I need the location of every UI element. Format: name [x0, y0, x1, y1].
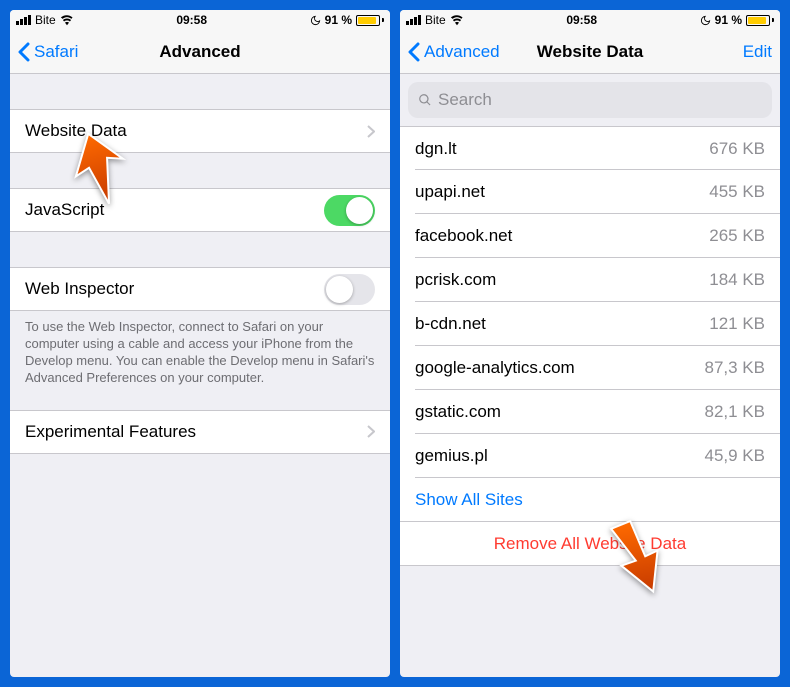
- remove-all-button[interactable]: Remove All Website Data: [400, 522, 780, 566]
- site-size: 184 KB: [709, 270, 765, 290]
- website-data-label: Website Data: [25, 121, 359, 141]
- web-inspector-footer: To use the Web Inspector, connect to Saf…: [10, 311, 390, 395]
- wifi-icon: [450, 13, 464, 27]
- website-data-row[interactable]: Website Data: [10, 109, 390, 153]
- site-domain: b-cdn.net: [415, 314, 709, 334]
- web-inspector-toggle[interactable]: [324, 274, 375, 305]
- battery-percent: 91 %: [325, 13, 352, 27]
- website-data-list: Search dgn.lt676 KBupapi.net455 KBfacebo…: [400, 74, 780, 677]
- web-inspector-label: Web Inspector: [25, 279, 324, 299]
- sites-group: dgn.lt676 KBupapi.net455 KBfacebook.net2…: [400, 126, 780, 522]
- carrier-label: Bite: [425, 13, 446, 27]
- experimental-features-row[interactable]: Experimental Features: [10, 410, 390, 454]
- site-row[interactable]: dgn.lt676 KB: [400, 126, 780, 170]
- back-button[interactable]: Advanced: [408, 42, 500, 62]
- back-label: Safari: [34, 42, 78, 62]
- experimental-label: Experimental Features: [25, 422, 359, 442]
- back-button[interactable]: Safari: [18, 42, 78, 62]
- status-right: 91 %: [310, 13, 384, 27]
- javascript-label: JavaScript: [25, 200, 324, 220]
- status-time: 09:58: [566, 13, 597, 27]
- status-bar: Bite 09:58 91 %: [10, 10, 390, 30]
- site-domain: gemius.pl: [415, 446, 705, 466]
- search-placeholder: Search: [438, 90, 492, 110]
- show-all-label: Show All Sites: [415, 490, 523, 510]
- site-size: 455 KB: [709, 182, 765, 202]
- web-inspector-row: Web Inspector: [10, 267, 390, 311]
- battery-percent: 91 %: [715, 13, 742, 27]
- site-domain: dgn.lt: [415, 139, 709, 159]
- chevron-right-icon: [367, 125, 375, 138]
- phone-right-website-data: Bite 09:58 91 % Advanced Website Data Ed…: [400, 10, 780, 677]
- signal-icon: [406, 15, 421, 25]
- site-domain: gstatic.com: [415, 402, 705, 422]
- site-domain: pcrisk.com: [415, 270, 709, 290]
- site-size: 45,9 KB: [705, 446, 766, 466]
- site-row[interactable]: b-cdn.net121 KB: [400, 302, 780, 346]
- search-input[interactable]: Search: [408, 82, 772, 118]
- status-right: 91 %: [700, 13, 774, 27]
- site-domain: facebook.net: [415, 226, 709, 246]
- chevron-left-icon: [18, 42, 30, 62]
- site-row[interactable]: upapi.net455 KB: [400, 170, 780, 214]
- site-size: 676 KB: [709, 139, 765, 159]
- site-size: 87,3 KB: [705, 358, 766, 378]
- status-left: Bite: [16, 13, 74, 27]
- chevron-right-icon: [367, 425, 375, 438]
- site-size: 82,1 KB: [705, 402, 766, 422]
- chevron-left-icon: [408, 42, 420, 62]
- site-row[interactable]: gemius.pl45,9 KB: [400, 434, 780, 478]
- wifi-icon: [60, 13, 74, 27]
- javascript-row: JavaScript: [10, 188, 390, 232]
- status-left: Bite: [406, 13, 464, 27]
- show-all-sites-button[interactable]: Show All Sites: [400, 478, 780, 522]
- phone-left-advanced: Bite 09:58 91 % Safari Advanced Webs: [10, 10, 390, 677]
- site-domain: google-analytics.com: [415, 358, 705, 378]
- site-row[interactable]: facebook.net265 KB: [400, 214, 780, 258]
- back-label: Advanced: [424, 42, 500, 62]
- search-icon: [418, 93, 432, 107]
- carrier-label: Bite: [35, 13, 56, 27]
- nav-bar: Advanced Website Data Edit: [400, 30, 780, 74]
- site-domain: upapi.net: [415, 182, 709, 202]
- javascript-toggle[interactable]: [324, 195, 375, 226]
- site-row[interactable]: pcrisk.com184 KB: [400, 258, 780, 302]
- remove-all-label: Remove All Website Data: [415, 534, 765, 554]
- signal-icon: [16, 15, 31, 25]
- site-size: 265 KB: [709, 226, 765, 246]
- do-not-disturb-icon: [310, 15, 321, 26]
- status-bar: Bite 09:58 91 %: [400, 10, 780, 30]
- site-size: 121 KB: [709, 314, 765, 334]
- search-container: Search: [400, 74, 780, 126]
- site-row[interactable]: gstatic.com82,1 KB: [400, 390, 780, 434]
- site-row[interactable]: google-analytics.com87,3 KB: [400, 346, 780, 390]
- settings-list: Website Data JavaScript Web Inspector To…: [10, 74, 390, 677]
- nav-bar: Safari Advanced: [10, 30, 390, 74]
- battery-icon: [356, 15, 384, 26]
- status-time: 09:58: [176, 13, 207, 27]
- battery-icon: [746, 15, 774, 26]
- do-not-disturb-icon: [700, 15, 711, 26]
- remove-all-group: Remove All Website Data: [400, 522, 780, 566]
- edit-button[interactable]: Edit: [743, 42, 772, 62]
